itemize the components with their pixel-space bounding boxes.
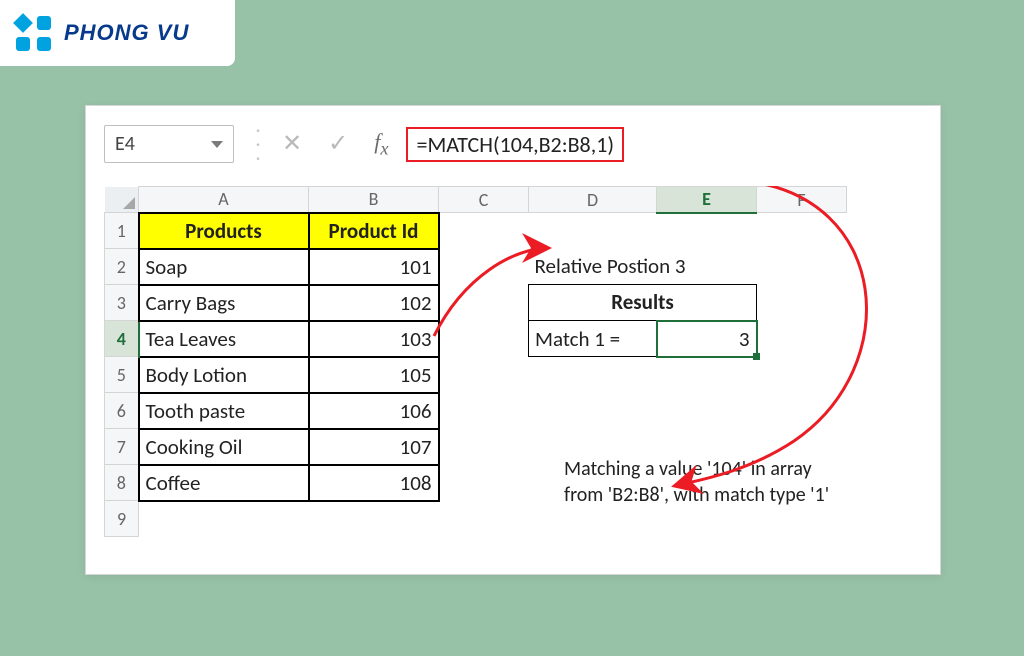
excel-panel: E4 ··· ✕ ✓ fx =MATCH(104,B2:B8,1) A B C …	[85, 105, 941, 575]
cell[interactable]: 108	[309, 465, 439, 501]
table-row: 1 Products Product Id	[105, 213, 847, 249]
relative-position-label: Relative Postion 3	[529, 249, 847, 285]
explanation-note: Matching a value '104' in array from 'B2…	[564, 456, 834, 508]
cell[interactable]: Body Lotion	[139, 357, 309, 393]
cell[interactable]	[757, 285, 847, 321]
col-header-D[interactable]: D	[529, 187, 657, 213]
cell[interactable]	[439, 285, 529, 321]
table-row: 5 Body Lotion 105	[105, 357, 847, 393]
cell[interactable]	[657, 393, 757, 429]
cell[interactable]	[657, 213, 757, 249]
logo-text: PHONG VU	[64, 20, 189, 46]
row-header[interactable]: 7	[105, 429, 139, 465]
results-label[interactable]: Match 1 =	[529, 321, 657, 357]
name-box-value: E4	[115, 132, 211, 156]
cell[interactable]	[529, 357, 657, 393]
chevron-down-icon[interactable]	[211, 141, 223, 148]
spreadsheet[interactable]: A B C D E F 1 Products Product Id 2 Soap	[104, 186, 922, 537]
cell[interactable]: Tooth paste	[139, 393, 309, 429]
select-all-corner[interactable]	[105, 187, 139, 213]
cell[interactable]: Carry Bags	[139, 285, 309, 321]
cell[interactable]	[529, 213, 657, 249]
results-value[interactable]: 3	[657, 321, 757, 357]
cell[interactable]: 103	[309, 321, 439, 357]
table-row: 3 Carry Bags 102 Results	[105, 285, 847, 321]
row-header[interactable]: 9	[105, 501, 139, 537]
formula-bar: E4 ··· ✕ ✓ fx =MATCH(104,B2:B8,1)	[104, 124, 922, 164]
cell[interactable]: 101	[309, 249, 439, 285]
cell[interactable]	[439, 501, 529, 537]
formula-input[interactable]: =MATCH(104,B2:B8,1)	[406, 127, 624, 162]
cell[interactable]	[439, 213, 529, 249]
col-header-B[interactable]: B	[309, 187, 439, 213]
cell[interactable]: Coffee	[139, 465, 309, 501]
cell[interactable]: 107	[309, 429, 439, 465]
row-header[interactable]: 2	[105, 249, 139, 285]
column-headers: A B C D E F	[105, 187, 847, 213]
table-row: 2 Soap 101 Relative Postion 3	[105, 249, 847, 285]
cell[interactable]: Soap	[139, 249, 309, 285]
cell[interactable]	[529, 393, 657, 429]
accept-formula-icon[interactable]: ✓	[328, 129, 348, 158]
separator-dots-icon: ···	[252, 127, 264, 161]
row-header[interactable]: 3	[105, 285, 139, 321]
cell[interactable]: 102	[309, 285, 439, 321]
cancel-formula-icon[interactable]: ✕	[282, 129, 302, 158]
fx-icon[interactable]: fx	[374, 129, 388, 159]
cell[interactable]	[139, 501, 309, 537]
name-box[interactable]: E4	[104, 125, 234, 163]
cell[interactable]	[439, 465, 529, 501]
cell[interactable]	[757, 213, 847, 249]
col-header-A[interactable]: A	[139, 187, 309, 213]
header-product-id[interactable]: Product Id	[309, 213, 439, 249]
results-header[interactable]: Results	[529, 285, 757, 321]
row-header[interactable]: 8	[105, 465, 139, 501]
col-header-E[interactable]: E	[657, 187, 757, 213]
cell[interactable]: Cooking Oil	[139, 429, 309, 465]
table-row: 4 Tea Leaves 103 Match 1 = 3	[105, 321, 847, 357]
header-products[interactable]: Products	[139, 213, 309, 249]
cell[interactable]	[439, 249, 529, 285]
cell[interactable]	[757, 357, 847, 393]
col-header-F[interactable]: F	[757, 187, 847, 213]
cell[interactable]	[439, 429, 529, 465]
logo-icon	[12, 12, 54, 54]
table-row: 6 Tooth paste 106	[105, 393, 847, 429]
cell[interactable]: Tea Leaves	[139, 321, 309, 357]
cell[interactable]	[439, 357, 529, 393]
cell[interactable]	[657, 357, 757, 393]
cell[interactable]	[309, 501, 439, 537]
col-header-C[interactable]: C	[439, 187, 529, 213]
logo-card: PHONG VU	[0, 0, 235, 66]
cell[interactable]	[757, 393, 847, 429]
row-header[interactable]: 5	[105, 357, 139, 393]
cell[interactable]: 106	[309, 393, 439, 429]
row-header[interactable]: 6	[105, 393, 139, 429]
cell[interactable]	[757, 321, 847, 357]
cell[interactable]	[439, 393, 529, 429]
row-header[interactable]: 4	[105, 321, 139, 357]
cell[interactable]	[439, 321, 529, 357]
cell[interactable]: 105	[309, 357, 439, 393]
row-header[interactable]: 1	[105, 213, 139, 249]
